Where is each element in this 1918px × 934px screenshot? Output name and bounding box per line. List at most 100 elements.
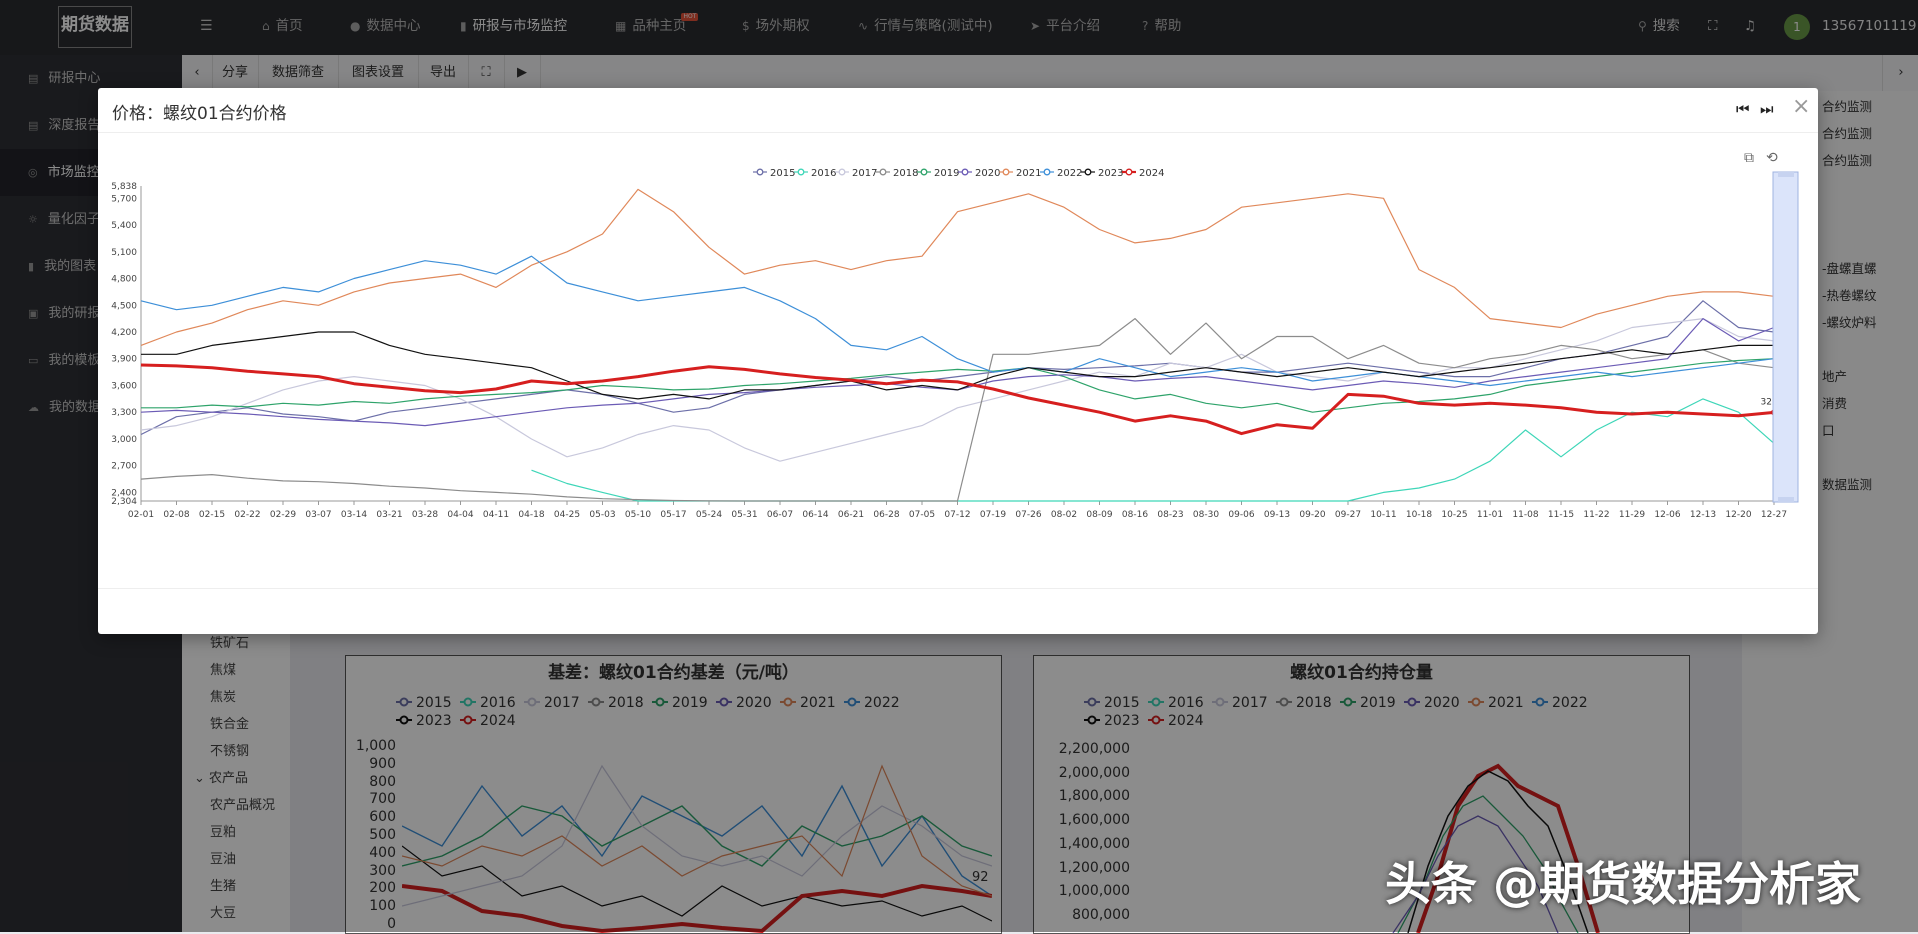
x-tick-label: 09-13 <box>1264 510 1290 520</box>
x-tick-label: 02-29 <box>270 510 296 520</box>
x-tick-label: 04-25 <box>554 510 580 520</box>
last-page-icon[interactable]: ⏭ <box>1760 100 1774 118</box>
x-tick-label: 05-17 <box>660 510 686 520</box>
x-tick-label: 12-27 <box>1761 510 1787 520</box>
x-tick-label: 12-20 <box>1725 510 1751 520</box>
x-tick-label: 06-28 <box>873 510 899 520</box>
x-tick-label: 02-15 <box>199 510 225 520</box>
x-tick-label: 10-25 <box>1441 510 1467 520</box>
series-line-2022 <box>140 255 1775 387</box>
x-tick-label: 03-07 <box>305 510 331 520</box>
close-icon[interactable]: × <box>1792 94 1810 119</box>
y-tick-label: 2,400 <box>111 488 137 498</box>
x-tick-label: 05-24 <box>696 510 722 520</box>
x-tick-label: 04-11 <box>483 510 509 520</box>
y-tick-label: 2,700 <box>111 462 137 472</box>
x-tick-label: 05-31 <box>731 510 757 520</box>
x-tick-label: 08-09 <box>1086 510 1112 520</box>
x-tick-label: 03-14 <box>341 510 367 520</box>
y-tick-label: 2,304 <box>111 497 137 507</box>
legend-marker-2016 <box>797 168 805 176</box>
data-zoom-handle-bottom[interactable] <box>1778 497 1794 502</box>
legend-marker-2021 <box>1002 168 1010 176</box>
legend-label-2016[interactable]: 2016 <box>811 168 836 179</box>
x-tick-label: 07-12 <box>944 510 970 520</box>
legend-label-2024[interactable]: 2024 <box>1139 168 1164 179</box>
x-tick-label: 06-07 <box>767 510 793 520</box>
x-tick-label: 02-08 <box>163 510 189 520</box>
legend-marker-2017 <box>838 168 846 176</box>
x-tick-label: 05-10 <box>625 510 651 520</box>
data-zoom-slider[interactable] <box>1772 171 1799 503</box>
legend-marker-2020 <box>961 168 969 176</box>
legend-label-2021[interactable]: 2021 <box>1016 168 1041 179</box>
x-tick-label: 11-15 <box>1548 510 1574 520</box>
x-tick-label: 10-11 <box>1370 510 1396 520</box>
legend-marker-2019 <box>920 168 928 176</box>
legend-marker-2022 <box>1043 168 1051 176</box>
y-tick-label: 5,838 <box>111 182 137 192</box>
y-tick-label: 3,000 <box>111 435 137 445</box>
chart-series: 3298 <box>140 188 1784 502</box>
x-tick-label: 02-01 <box>128 510 154 520</box>
y-tick-label: 5,100 <box>111 248 137 258</box>
legend-label-2022[interactable]: 2022 <box>1057 168 1082 179</box>
x-tick-label: 11-01 <box>1477 510 1503 520</box>
x-tick-label: 10-18 <box>1406 510 1432 520</box>
modal-footer-divider <box>98 588 1818 589</box>
chart-modal: 价格：螺纹01合约价格 ⏮ ⏭ × ⧉ ⟲ 2015 2016 2017 2018 20… <box>98 88 1818 634</box>
legend-marker-2018 <box>879 168 887 176</box>
y-tick-label: 4,200 <box>111 328 137 338</box>
chart-legend: 2015 2016 2017 2018 2019 2020 2021 2022 2023 2024 <box>753 168 1164 179</box>
legend-marker-2024 <box>1125 168 1133 176</box>
chart-axes: 2,3042,400 2,700 3,000 3,300 3,600 3,900 4,200… <box>111 182 1787 520</box>
x-tick-label: 11-29 <box>1619 510 1645 520</box>
y-tick-label: 4,500 <box>111 301 137 311</box>
series-line-2023 <box>141 331 1774 400</box>
x-tick-label: 07-05 <box>909 510 935 520</box>
series-line-2021 <box>140 188 1775 346</box>
legend-label-2023[interactable]: 2023 <box>1098 168 1123 179</box>
watermark: 头条 @期货数据分析家 <box>1385 857 1862 911</box>
x-tick-label: 12-13 <box>1690 510 1716 520</box>
x-tick-label: 06-21 <box>838 510 864 520</box>
legend-label-2018[interactable]: 2018 <box>893 168 918 179</box>
modal-title: 价格：螺纹01合约价格 <box>112 104 287 124</box>
y-tick-label: 3,300 <box>111 408 137 418</box>
y-tick-label: 5,400 <box>111 221 137 231</box>
series-line-2020 <box>140 318 1775 427</box>
x-tick-label: 02-22 <box>234 510 260 520</box>
y-tick-label: 4,800 <box>111 275 137 285</box>
x-tick-label: 05-03 <box>589 510 615 520</box>
x-tick-label: 11-22 <box>1583 510 1609 520</box>
x-tick-label: 03-21 <box>376 510 402 520</box>
x-tick-label: 04-04 <box>447 510 473 520</box>
legend-marker-2015 <box>756 168 764 176</box>
x-tick-label: 09-06 <box>1228 510 1254 520</box>
y-tick-label: 3,600 <box>111 381 137 391</box>
x-tick-label: 07-19 <box>980 510 1006 520</box>
x-tick-label: 08-16 <box>1122 510 1148 520</box>
legend-label-2019[interactable]: 2019 <box>934 168 959 179</box>
first-page-icon[interactable]: ⏮ <box>1736 100 1750 118</box>
legend-marker-2023 <box>1084 168 1092 176</box>
x-tick-label: 07-26 <box>1015 510 1041 520</box>
x-tick-label: 09-27 <box>1335 510 1361 520</box>
x-tick-label: 11-08 <box>1512 510 1538 520</box>
price-chart: 2015 2016 2017 2018 2019 2020 2021 2022 2023 2024… <box>111 168 1799 520</box>
x-tick-label: 06-14 <box>802 510 828 520</box>
series-line-2015 <box>140 300 1775 436</box>
legend-label-2017[interactable]: 2017 <box>852 168 877 179</box>
data-zoom-handle-top[interactable] <box>1778 172 1794 177</box>
x-tick-label: 12-06 <box>1654 510 1680 520</box>
modal-header: 价格：螺纹01合约价格 ⏮ ⏭ × <box>98 88 1818 133</box>
x-tick-label: 08-23 <box>1157 510 1183 520</box>
legend-label-2015[interactable]: 2015 <box>770 168 795 179</box>
x-tick-label: 03-28 <box>412 510 438 520</box>
legend-label-2020[interactable]: 2020 <box>975 168 1000 179</box>
x-tick-label: 08-30 <box>1193 510 1219 520</box>
series-line-2016 <box>531 398 1775 502</box>
series-line-2018 <box>140 318 1775 502</box>
x-tick-label: 08-02 <box>1051 510 1077 520</box>
y-tick-label: 5,700 <box>111 194 137 204</box>
